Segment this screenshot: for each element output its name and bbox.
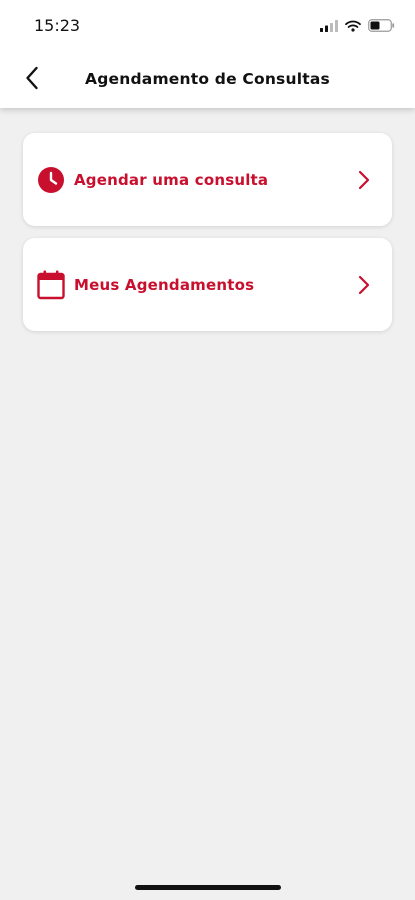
card-label: Agendar uma consulta <box>74 170 269 189</box>
home-indicator[interactable] <box>135 885 281 890</box>
schedule-appointment-button[interactable]: Agendar uma consulta <box>23 133 392 226</box>
status-time: 15:23 <box>34 16 81 35</box>
chevron-right-icon <box>356 274 372 296</box>
clock-icon <box>37 166 65 194</box>
signal-icon <box>320 17 338 36</box>
battery-icon <box>368 17 395 36</box>
calendar-icon <box>37 270 65 299</box>
top-bar: 15:23 Agendamento de Consultas <box>0 0 415 108</box>
content-area: Agendar uma consulta Meus Agendamentos <box>0 108 415 900</box>
wifi-icon <box>345 17 361 36</box>
status-icons <box>320 17 395 36</box>
chevron-right-icon <box>356 169 372 191</box>
card-label: Meus Agendamentos <box>74 275 255 294</box>
page-title: Agendamento de Consultas <box>85 70 330 88</box>
my-appointments-button[interactable]: Meus Agendamentos <box>23 238 392 331</box>
